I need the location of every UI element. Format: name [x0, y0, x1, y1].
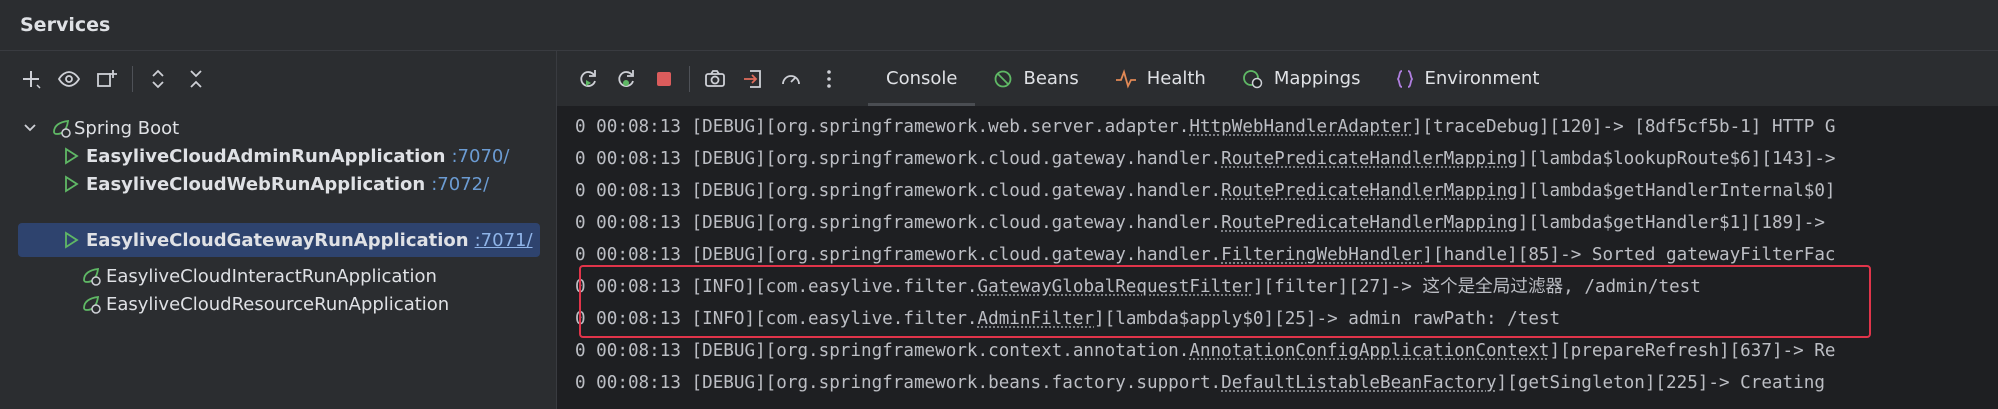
environment-icon: [1396, 69, 1414, 89]
spring-boot-icon: [83, 267, 101, 286]
tree-item-resource[interactable]: EasyliveCloudResourceRunApplication: [80, 287, 449, 321]
rerun-debug-icon[interactable]: [607, 61, 645, 97]
tree-node-label: Spring Boot: [74, 117, 180, 139]
tab-label: Beans: [1023, 68, 1079, 89]
tab-label: Console: [886, 68, 958, 89]
console-line: 0 00:08:13 [DEBUG][org.springframework.c…: [575, 149, 1836, 169]
app-name: EasyliveCloudResourceRunApplication: [106, 293, 450, 315]
add-group-icon[interactable]: [88, 61, 126, 97]
camera-icon[interactable]: [696, 61, 734, 97]
tree-item-gateway[interactable]: EasyliveCloudGatewayRunApplication :7071…: [18, 223, 540, 257]
mappings-icon: [1242, 69, 1264, 89]
tab-label: Environment: [1424, 68, 1540, 89]
run-toolbar: Console Beans Health Mappings Environmen…: [557, 51, 1998, 106]
exit-icon[interactable]: [734, 61, 772, 97]
spring-boot-icon: [83, 295, 101, 314]
tab-label: Health: [1146, 68, 1206, 89]
gauge-icon[interactable]: [772, 61, 810, 97]
console-line: 0 00:08:13 [DEBUG][org.springframework.c…: [575, 341, 1836, 361]
console-line: 0 00:08:13 [INFO][com.easylive.filter.Ga…: [575, 277, 1701, 297]
run-details-panel: Console Beans Health Mappings Environmen…: [557, 51, 1998, 409]
stop-icon[interactable]: [645, 61, 683, 97]
console-output[interactable]: 0 00:08:13 [DEBUG][org.springframework.w…: [557, 107, 1998, 409]
app-port-link[interactable]: :7071/: [475, 230, 533, 251]
add-icon[interactable]: [12, 61, 50, 97]
collapse-all-icon[interactable]: [177, 61, 215, 97]
console-line: 0 00:08:13 [DEBUG][org.springframework.c…: [575, 181, 1836, 201]
tab-beans[interactable]: Beans: [975, 51, 1096, 106]
health-icon: [1115, 68, 1137, 89]
tab-console[interactable]: Console: [868, 51, 976, 106]
tab-label: Mappings: [1273, 68, 1361, 89]
console-line: 0 00:08:13 [INFO][com.easylive.filter.Ad…: [575, 309, 1561, 329]
services-toolbar: [0, 61, 556, 97]
app-name: EasyliveCloudAdminRunApplication: [86, 145, 446, 167]
console-line: 0 00:08:13 [DEBUG][org.springframework.w…: [575, 117, 1836, 137]
chevron-down-icon[interactable]: [22, 120, 38, 136]
console-line: 0 00:08:13 [DEBUG][org.springframework.c…: [575, 245, 1836, 265]
beans-icon: [993, 69, 1013, 89]
rerun-icon[interactable]: [569, 61, 607, 97]
tree-item-web[interactable]: EasyliveCloudWebRunApplication :7072/: [62, 167, 489, 201]
expand-all-icon[interactable]: [139, 61, 177, 97]
services-tree-panel: Spring Boot EasyliveCloudAdminRunApplica…: [0, 51, 557, 409]
tab-mappings[interactable]: Mappings: [1224, 51, 1379, 106]
app-port-link[interactable]: :7072/: [431, 174, 489, 195]
app-port-link[interactable]: :7070/: [451, 146, 509, 167]
more-icon[interactable]: [810, 61, 848, 97]
tab-health[interactable]: Health: [1097, 51, 1224, 106]
eye-icon[interactable]: [50, 61, 88, 97]
console-line: 0 00:08:13 [DEBUG][org.springframework.c…: [575, 213, 1825, 233]
app-name: EasyliveCloudWebRunApplication: [86, 173, 426, 195]
run-icon: [65, 231, 79, 249]
app-name: EasyliveCloudInteractRunApplication: [106, 265, 437, 287]
tab-environment[interactable]: Environment: [1378, 51, 1557, 106]
run-icon: [65, 175, 79, 193]
run-icon: [65, 147, 79, 165]
console-line: 0 00:08:13 [DEBUG][org.springframework.b…: [575, 373, 1825, 393]
window-title: Services: [20, 14, 111, 36]
title-bar: Services: [0, 0, 1998, 51]
app-name: EasyliveCloudGatewayRunApplication: [86, 229, 469, 251]
spring-boot-icon: [53, 119, 71, 138]
